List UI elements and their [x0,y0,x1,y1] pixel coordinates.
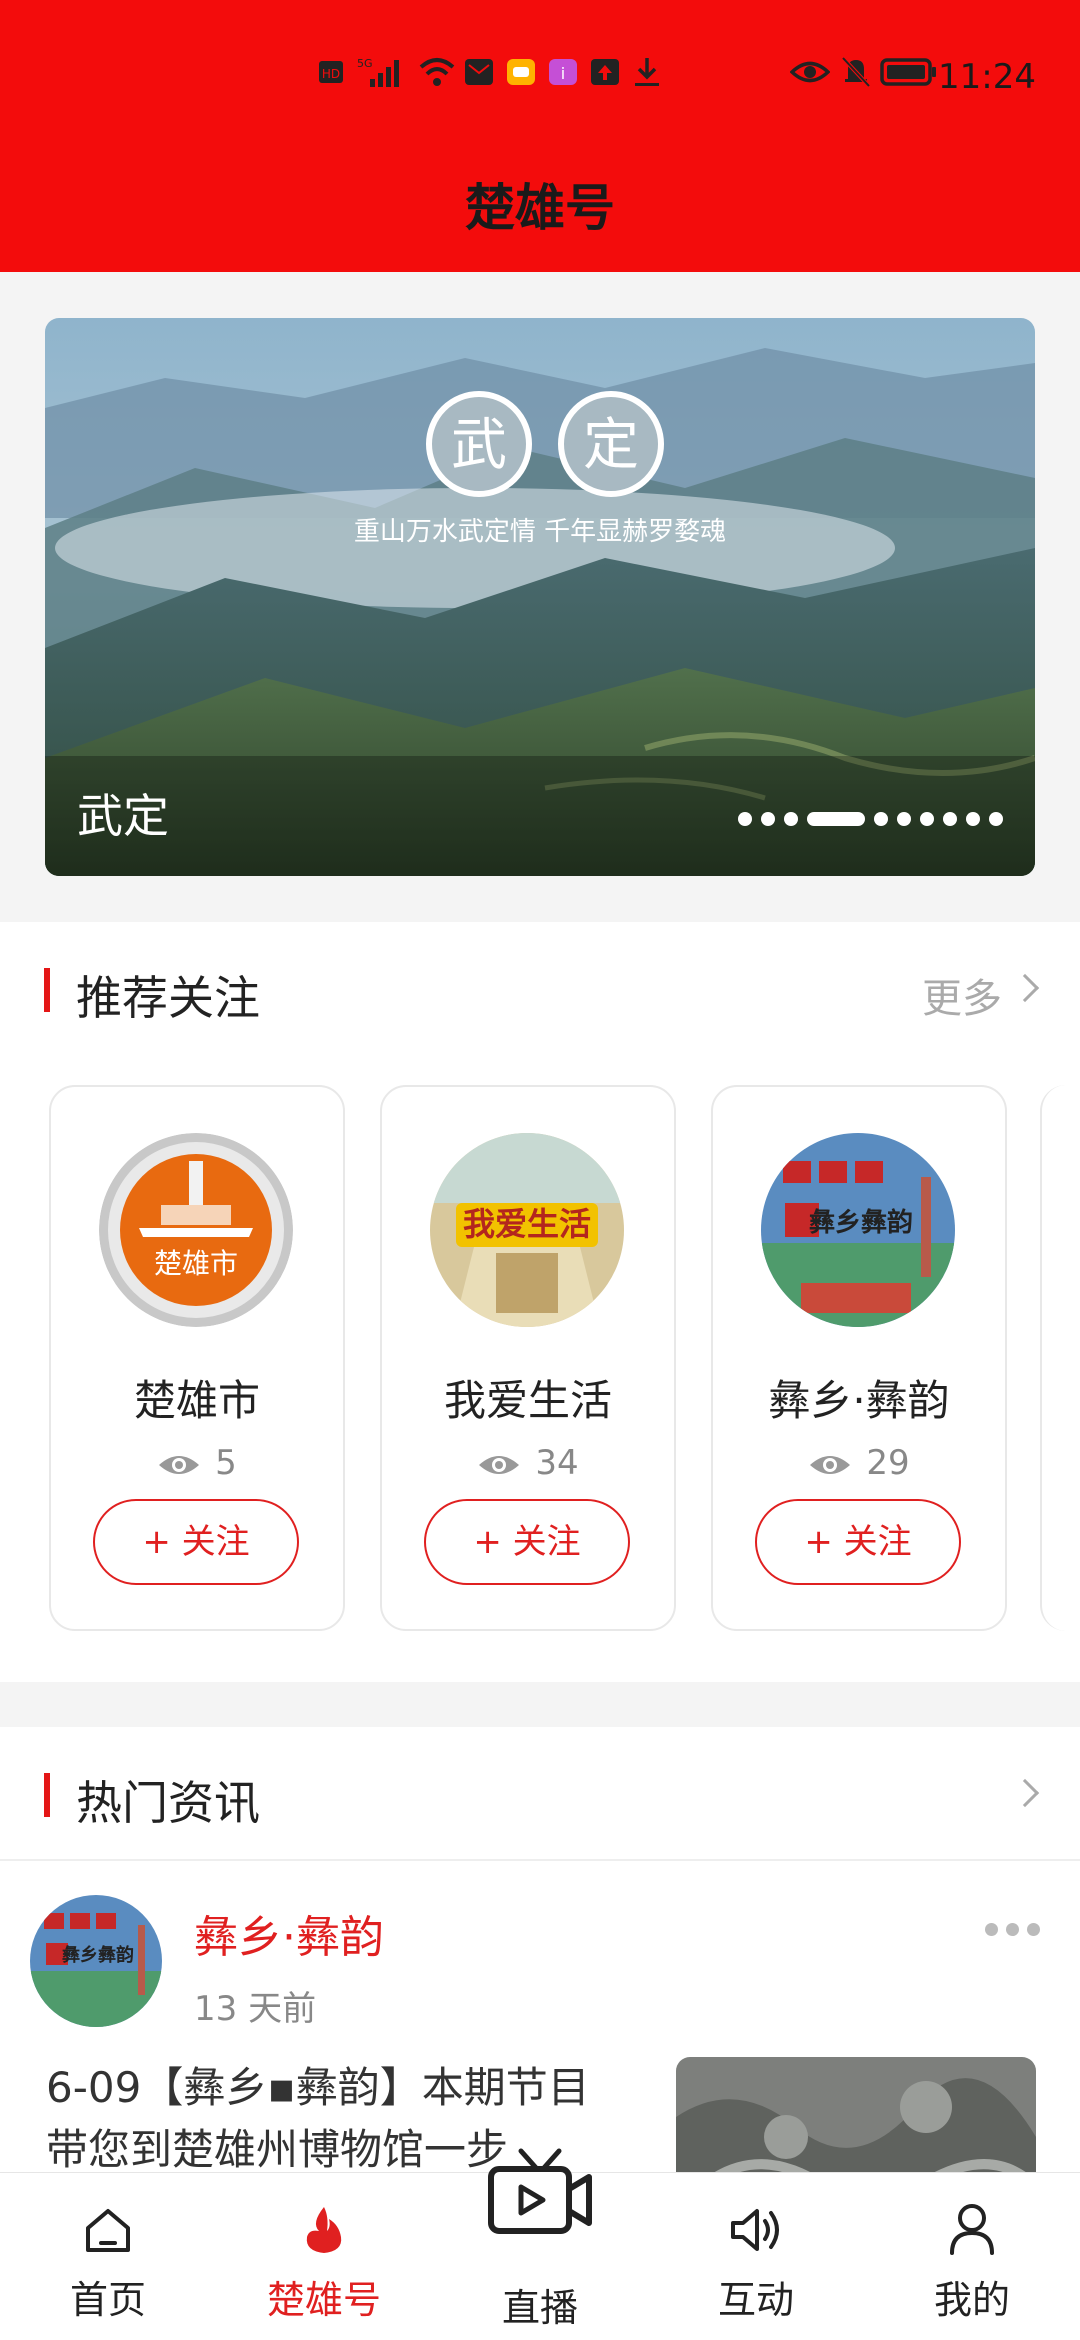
page-title: 楚雄号 [465,179,615,237]
card-view-count: 34 [382,1443,674,1483]
news-timestamp: 13 天前 [194,1989,317,2029]
upload-icon [591,59,619,85]
tab-label: 楚雄号 [266,2278,381,2322]
section-accent-bar [44,1773,50,1817]
svg-text:彝乡彝韵: 彝乡彝韵 [62,1944,134,1966]
tab-label: 首页 [69,2278,146,2322]
tab-mine[interactable]: 我的 [892,2173,1052,2340]
svg-text:i: i [561,64,565,83]
recommend-card[interactable]: 彝乡彝韵 彝乡·彝韵 29 + 关注 [711,1085,1007,1631]
card-name: 彝乡·彝韵 [768,1376,950,1425]
avatar[interactable]: 彝乡彝韵 [761,1133,955,1327]
tab-label: 直播 [501,2286,578,2330]
recommend-card-partial[interactable] [1040,1085,1070,1631]
news-source-name[interactable]: 彝乡·彝韵 [194,1901,384,1965]
eye-icon [479,1455,520,1474]
banner-seal-char: 定 [583,413,639,478]
hero-banner[interactable]: 武 定 重山万水武定情 千年显赫罗婺魂 武定 [45,318,1035,876]
card-name: 楚雄市 [133,1376,260,1425]
bottom-tab-bar: 首页 楚雄号 直播 互动 我的 [0,2148,1080,2340]
pager-dot[interactable] [738,812,752,826]
app-root: HD 5G i 11:24 楚雄号 武 定 重山万水武定情 千年显赫罗婺魂 武定… [0,0,1080,2340]
svg-text:我爱生活: 我爱生活 [463,1205,591,1243]
hot-news-title: 热门资讯 [76,1776,260,1830]
pager-dot-active[interactable] [807,812,865,826]
pager-dot[interactable] [966,812,980,826]
pager-dot[interactable] [784,812,798,826]
eye-comfort-icon [790,61,830,83]
chevron-right-icon[interactable] [1010,1778,1040,1808]
app-notify-icon [507,59,535,85]
hd-badge-icon: HD [319,61,343,83]
tab-home[interactable]: 首页 [28,2173,188,2340]
tab-interact[interactable]: 互动 [676,2173,836,2340]
top-header: HD 5G i 11:24 楚雄号 [0,0,1080,272]
tv-play-icon [488,2148,592,2234]
avatar[interactable]: 彝乡彝韵 [30,1895,162,2027]
hot-news-header[interactable]: 热门资讯 [0,1727,1080,1830]
tab-label: 我的 [933,2278,1010,2322]
recommend-more-link[interactable]: 更多 [922,966,1002,1024]
card-view-count: 29 [713,1443,1005,1483]
banner-caption: 武定 [77,789,169,843]
chevron-right-icon[interactable] [1010,973,1040,1003]
eye-icon [810,1455,851,1474]
tab-chuxionghao[interactable]: 楚雄号 [244,2173,404,2340]
pager-dot[interactable] [989,812,1003,826]
home-icon [86,2209,130,2252]
battery-icon [880,58,936,86]
more-options-icon[interactable] [985,1923,1040,1936]
divider [0,1859,1080,1861]
recommend-header: 推荐关注 更多 [0,922,1080,1025]
status-time: 11:24 [938,57,1036,97]
pager-dot[interactable] [761,812,775,826]
speaker-icon [731,2209,779,2251]
recommend-card[interactable]: 我爱生活 我爱生活 34 + 关注 [380,1085,676,1631]
wifi-icon [419,58,455,86]
avatar[interactable]: 我爱生活 [430,1133,624,1327]
pager-dot[interactable] [874,812,888,826]
message-icon [465,59,493,85]
status-bar: HD 5G i 11:24 [0,55,1080,105]
svg-text:HD: HD [322,67,340,81]
avatar[interactable]: 楚雄市 [99,1133,293,1327]
tab-live[interactable]: 直播 [460,2148,620,2340]
recommend-title: 推荐关注 [76,971,260,1025]
banner-slogan: 重山万水武定情 千年显赫罗婺魂 [354,517,726,547]
pager-dot[interactable] [943,812,957,826]
svg-text:彝乡彝韵: 彝乡彝韵 [809,1207,913,1238]
recommend-card[interactable]: 楚雄市 楚雄市 5 + 关注 [49,1085,345,1631]
svg-text:楚雄市: 楚雄市 [154,1247,238,1280]
pager-dot[interactable] [920,812,934,826]
card-name: 我爱生活 [443,1376,612,1425]
app-notify-2-icon: i [549,59,577,85]
tab-label: 互动 [717,2278,794,2322]
recommend-section: 推荐关注 更多 楚雄市 楚雄市 5 + 关注 我爱生活 我爱生活 34 + 关注… [0,922,1080,1682]
eye-icon [159,1455,200,1474]
follow-button[interactable]: + 关注 [755,1499,961,1585]
follow-button[interactable]: + 关注 [424,1499,630,1585]
mute-bell-icon [841,56,871,88]
signal-5g-icon: 5G [357,57,399,87]
follow-button[interactable]: + 关注 [93,1499,299,1585]
download-icon [635,58,659,86]
banner-seal-char: 武 [451,413,507,478]
card-view-count: 5 [51,1443,343,1483]
flame-icon [306,2207,342,2253]
pager-dot[interactable] [897,812,911,826]
section-accent-bar [44,968,50,1012]
svg-text:5G: 5G [357,57,373,70]
banner-pager[interactable] [738,812,1003,826]
person-icon [950,2204,994,2255]
